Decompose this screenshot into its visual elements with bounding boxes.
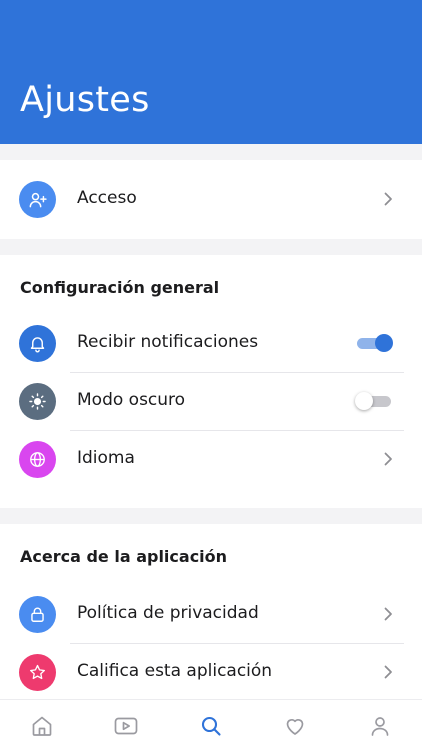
settings-item-label: Idioma xyxy=(77,448,135,468)
general-settings-section: Configuración general Recibir notificaci… xyxy=(0,255,422,508)
tab-video[interactable] xyxy=(84,700,168,750)
settings-item-label: Acceso xyxy=(77,188,137,208)
lock-icon xyxy=(19,596,56,633)
heart-icon xyxy=(286,718,304,735)
settings-item-notificaciones[interactable]: Recibir notificaciones xyxy=(0,315,422,371)
star-icon xyxy=(19,654,56,691)
account-section: Acceso xyxy=(0,160,422,239)
dark-mode-toggle[interactable] xyxy=(355,392,393,410)
sun-icon xyxy=(19,383,56,420)
settings-item-acceso[interactable]: Acceso xyxy=(0,171,422,227)
chevron-right-icon xyxy=(384,665,392,679)
tab-profile[interactable] xyxy=(338,700,422,750)
notifications-toggle[interactable] xyxy=(355,334,393,352)
bell-icon xyxy=(19,325,56,362)
chevron-right-icon xyxy=(384,607,392,621)
toggle-knob xyxy=(375,334,393,352)
settings-item-label: Califica esta aplicación xyxy=(77,661,273,681)
video-play-icon xyxy=(114,717,138,734)
about-section: Acerca de la aplicación Política de priv… xyxy=(0,524,422,699)
page-title: Ajustes xyxy=(20,80,150,120)
settings-item-idioma[interactable]: Idioma xyxy=(0,431,422,487)
globe-icon xyxy=(19,441,56,478)
section-title-about: Acerca de la aplicación xyxy=(20,547,228,566)
profile-icon xyxy=(371,716,389,736)
chevron-right-icon xyxy=(384,452,392,466)
settings-item-label: Modo oscuro xyxy=(77,390,186,410)
settings-item-privacidad[interactable]: Política de privacidad xyxy=(0,586,422,642)
section-title-general: Configuración general xyxy=(20,278,220,297)
settings-item-label: Recibir notificaciones xyxy=(77,332,259,352)
bottom-tab-bar xyxy=(0,699,422,750)
settings-item-label: Política de privacidad xyxy=(77,603,259,623)
chevron-right-icon xyxy=(384,192,392,206)
settings-item-califica[interactable]: Califica esta aplicación xyxy=(0,644,422,700)
header: Ajustes xyxy=(0,0,422,144)
toggle-knob xyxy=(355,392,373,410)
settings-item-modo-oscuro[interactable]: Modo oscuro xyxy=(0,373,422,429)
tab-search[interactable] xyxy=(169,700,253,750)
tab-home[interactable] xyxy=(0,700,84,750)
home-icon xyxy=(32,716,52,736)
search-icon xyxy=(201,716,221,736)
tab-favorites[interactable] xyxy=(253,700,337,750)
user-plus-icon xyxy=(19,181,56,218)
